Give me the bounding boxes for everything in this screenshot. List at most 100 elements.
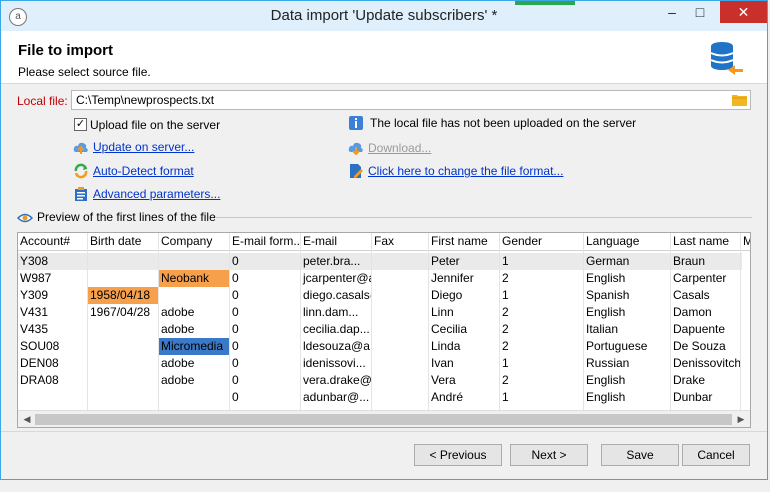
- table-cell[interactable]: diego.casals@: [301, 287, 371, 304]
- table-cell[interactable]: DEN08: [18, 355, 87, 372]
- table-cell[interactable]: [18, 389, 87, 406]
- table-cell[interactable]: Y308: [18, 253, 87, 270]
- column-header[interactable]: E-mail form...: [230, 233, 301, 251]
- table-cell[interactable]: [88, 253, 158, 270]
- table-cell[interactable]: [372, 287, 428, 304]
- table-cell[interactable]: [372, 389, 428, 406]
- table-cell[interactable]: 1: [500, 389, 583, 406]
- table-cell[interactable]: 0: [230, 321, 300, 338]
- table-cell[interactable]: 1: [500, 355, 583, 372]
- table-cell[interactable]: 1: [500, 253, 583, 270]
- table-cell[interactable]: W987: [18, 270, 87, 287]
- column-header[interactable]: Company: [159, 233, 230, 251]
- scrollbar-thumb[interactable]: [35, 414, 732, 425]
- table-cell[interactable]: [88, 372, 158, 389]
- column-header[interactable]: Account#: [18, 233, 88, 251]
- table-cell[interactable]: [159, 253, 229, 270]
- table-cell[interactable]: 2: [500, 270, 583, 287]
- table-cell[interactable]: V435: [18, 321, 87, 338]
- minimize-button[interactable]: –: [659, 1, 685, 23]
- table-cell[interactable]: Neobank: [159, 270, 229, 287]
- table-cell[interactable]: adobe: [159, 304, 229, 321]
- table-cell[interactable]: V431: [18, 304, 87, 321]
- table-cell[interactable]: Diego: [429, 287, 499, 304]
- table-cell[interactable]: André: [429, 389, 499, 406]
- scroll-left-arrow-icon[interactable]: ◀: [20, 413, 34, 426]
- table-cell[interactable]: Casals: [671, 287, 740, 304]
- table-cell[interactable]: Jennifer: [429, 270, 499, 287]
- table-cell[interactable]: 1958/04/18: [88, 287, 158, 304]
- table-cell[interactable]: Damon: [671, 304, 740, 321]
- table-cell[interactable]: vera.drake@a: [301, 372, 371, 389]
- advanced-parameters-link[interactable]: Advanced parameters...: [93, 187, 220, 201]
- table-cell[interactable]: Dapuente: [671, 321, 740, 338]
- close-button[interactable]: ✕: [720, 1, 767, 23]
- table-cell[interactable]: English: [584, 270, 670, 287]
- column-header[interactable]: Birth date: [88, 233, 159, 251]
- column-header[interactable]: Gender: [500, 233, 584, 251]
- save-button[interactable]: Save: [601, 444, 679, 466]
- table-cell[interactable]: Carpenter: [671, 270, 740, 287]
- table-cell[interactable]: Vera: [429, 372, 499, 389]
- table-cell[interactable]: adobe: [159, 355, 229, 372]
- table-cell[interactable]: 0: [230, 253, 300, 270]
- table-cell[interactable]: SOU08: [18, 338, 87, 355]
- table-cell[interactable]: Russian: [584, 355, 670, 372]
- table-cell[interactable]: ldesouza@a...: [301, 338, 371, 355]
- table-cell[interactable]: Denissovitch: [671, 355, 740, 372]
- table-cell[interactable]: cecilia.dap...: [301, 321, 371, 338]
- upload-checkbox[interactable]: ✓: [74, 118, 87, 131]
- local-file-input[interactable]: C:\Temp\newprospects.txt: [71, 90, 751, 110]
- table-cell[interactable]: [372, 372, 428, 389]
- table-cell[interactable]: 1: [500, 287, 583, 304]
- table-cell[interactable]: 2: [500, 338, 583, 355]
- folder-icon[interactable]: [732, 94, 747, 106]
- table-cell[interactable]: Drake: [671, 372, 740, 389]
- horizontal-scrollbar[interactable]: ◀ ▶: [18, 410, 750, 427]
- table-cell[interactable]: Spanish: [584, 287, 670, 304]
- table-cell[interactable]: Linn: [429, 304, 499, 321]
- table-cell[interactable]: [88, 338, 158, 355]
- table-cell[interactable]: 0: [230, 304, 300, 321]
- table-cell[interactable]: 1967/04/28: [88, 304, 158, 321]
- table-cell[interactable]: Peter: [429, 253, 499, 270]
- table-cell[interactable]: Y309: [18, 287, 87, 304]
- previous-button[interactable]: < Previous: [414, 444, 502, 466]
- table-cell[interactable]: Portuguese: [584, 338, 670, 355]
- download-link[interactable]: Download...: [368, 141, 431, 155]
- maximize-button[interactable]: □: [687, 1, 713, 23]
- table-cell[interactable]: [88, 355, 158, 372]
- table-cell[interactable]: [88, 321, 158, 338]
- table-cell[interactable]: [372, 355, 428, 372]
- table-cell[interactable]: [372, 270, 428, 287]
- table-cell[interactable]: [159, 287, 229, 304]
- table-cell[interactable]: English: [584, 389, 670, 406]
- table-cell[interactable]: [159, 389, 229, 406]
- table-cell[interactable]: De Souza: [671, 338, 740, 355]
- column-header[interactable]: First name: [429, 233, 500, 251]
- table-cell[interactable]: [372, 321, 428, 338]
- table-cell[interactable]: DRA08: [18, 372, 87, 389]
- table-cell[interactable]: 0: [230, 338, 300, 355]
- table-cell[interactable]: adobe: [159, 321, 229, 338]
- table-cell[interactable]: 0: [230, 372, 300, 389]
- table-cell[interactable]: English: [584, 372, 670, 389]
- table-cell[interactable]: Micromedia: [159, 338, 229, 355]
- table-cell[interactable]: English: [584, 304, 670, 321]
- table-cell[interactable]: [88, 389, 158, 406]
- table-cell[interactable]: 0: [230, 287, 300, 304]
- table-cell[interactable]: idenissovi...: [301, 355, 371, 372]
- table-cell[interactable]: 2: [500, 304, 583, 321]
- table-cell[interactable]: Cecilia: [429, 321, 499, 338]
- column-header[interactable]: Fax: [372, 233, 429, 251]
- column-header[interactable]: E-mail: [301, 233, 372, 251]
- table-cell[interactable]: adunbar@...: [301, 389, 371, 406]
- column-header[interactable]: Last name: [671, 233, 741, 251]
- next-button[interactable]: Next >: [510, 444, 588, 466]
- table-cell[interactable]: 2: [500, 321, 583, 338]
- table-cell[interactable]: [88, 270, 158, 287]
- column-header[interactable]: Language: [584, 233, 671, 251]
- table-cell[interactable]: [372, 253, 428, 270]
- table-cell[interactable]: German: [584, 253, 670, 270]
- table-cell[interactable]: Dunbar: [671, 389, 740, 406]
